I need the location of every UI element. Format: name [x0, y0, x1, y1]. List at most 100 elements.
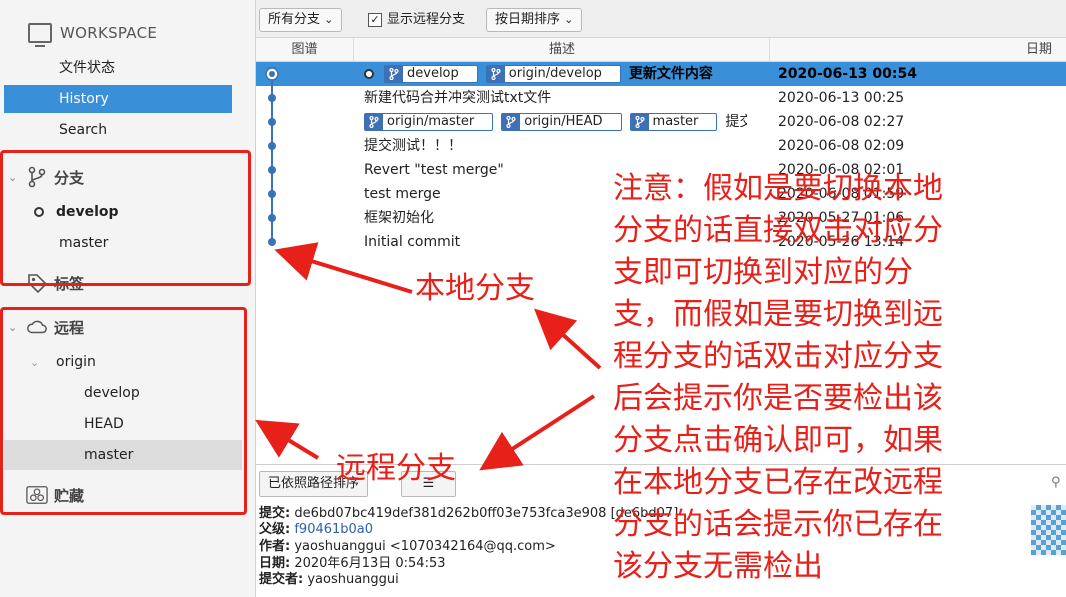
annotation-note-line: 分支的话直接双击对应分: [613, 213, 943, 248]
commit-message: 框架初始化: [364, 206, 434, 230]
search-icon[interactable]: ⚲: [1051, 475, 1061, 490]
branch-tag[interactable]: origin/master: [364, 113, 494, 131]
commit-date: 2020-06-13 00:54: [778, 66, 917, 82]
commit-row[interactable]: develop origin/develop 更新文件内容 2020-06-13 00…: [256, 62, 1066, 86]
commit-subject: 更新文件内容: [628, 66, 713, 82]
chevron-down-icon: ⌄: [324, 13, 334, 26]
branch-tag[interactable]: origin/develop: [485, 65, 621, 83]
branch-tag-label: origin/develop: [508, 66, 602, 81]
graph-node: [268, 94, 276, 102]
column-date[interactable]: 日期: [771, 38, 1066, 62]
column-graph[interactable]: 图谱: [256, 38, 354, 62]
annotation-local-branch: 本地分支: [415, 271, 535, 306]
annotation-note-line: 程分支的话双击对应分支: [613, 339, 943, 374]
branch-filter-label: 所有分支: [268, 12, 321, 27]
sort-dropdown[interactable]: 按日期排序 ⌄: [486, 8, 583, 32]
branch-icon: [385, 66, 403, 82]
local-branch-highlight-box: [0, 150, 251, 286]
graph-node-head-dot: [269, 71, 275, 77]
graph-node: [268, 238, 276, 246]
annotation-note-line: 支即可切换到对应的分: [613, 255, 913, 290]
commit-subject: 提交: [725, 114, 748, 130]
annotation-note-line: 分支点击确认即可，如果: [613, 423, 943, 458]
graph-node: [268, 190, 276, 198]
date-row: 日期: 2020年6月13日 0:54:53: [259, 556, 446, 571]
sidebar-item-history[interactable]: History: [4, 85, 232, 113]
committer-label: 提交者:: [259, 572, 304, 587]
branch-tag-label: origin/HEAD: [524, 114, 603, 129]
graph-node: [268, 142, 276, 150]
commit-message: 提交测试！！！: [364, 134, 462, 158]
commit-subject: Revert "test merge": [364, 162, 504, 178]
commit-subject: 新建代码合并冲突测试txt文件: [364, 90, 552, 106]
branch-icon: [486, 66, 505, 82]
sort-label: 按日期排序: [495, 12, 561, 27]
commit-subject: 提交测试！！！: [364, 138, 462, 154]
committer-row: 提交者: yaoshuanggui: [259, 572, 399, 587]
current-branch-icon: [364, 69, 374, 79]
annotation-note-line: 注意：假如是要切换本地: [613, 171, 943, 206]
workspace-title: WORKSPACE: [60, 24, 158, 42]
commit-date: 2020-06-08 02:09: [778, 138, 905, 154]
committer-value: yaoshuanggui: [307, 572, 399, 587]
chevron-down-icon: ⌄: [564, 13, 574, 26]
commit-date: 2020-06-08 02:27: [778, 114, 905, 130]
commit-graph: [265, 67, 279, 246]
parent-hash-link[interactable]: f90461b0a0: [294, 522, 373, 537]
branch-filter-dropdown[interactable]: 所有分支 ⌄: [259, 8, 343, 32]
annotation-note-line: 分支的话会提示你已存在: [613, 507, 943, 542]
annotation-remote-branch: 远程分支: [336, 451, 456, 486]
annotation-note-line: 后会提示你是否要检出该: [613, 381, 943, 416]
commit-subject: Initial commit: [364, 234, 461, 250]
author-row: 作者: yaoshuanggui <1070342164@qq.com>: [259, 539, 556, 554]
commit-row[interactable]: 新建代码合并冲突测试txt文件 2020-06-13 00:25: [256, 86, 1066, 110]
graph-node: [268, 118, 276, 126]
commit-message: origin/master origin/HEAD master 提交: [364, 110, 747, 134]
branch-tag[interactable]: master: [629, 113, 718, 131]
annotation-note-line: 支，而假如是要切换到远: [613, 297, 943, 332]
commit-subject: test merge: [364, 186, 441, 202]
date-value: 2020年6月13日 0:54:53: [294, 556, 446, 571]
annotation-note-line: 该分支无需检出: [613, 549, 823, 584]
author-value: yaoshuanggui <1070342164@qq.com>: [294, 539, 556, 554]
monitor-icon: [28, 23, 52, 47]
graph-node: [268, 214, 276, 222]
commit-message: test merge: [364, 182, 441, 206]
avatar: [1031, 505, 1066, 555]
branch-tag[interactable]: origin/HEAD: [501, 113, 622, 131]
commit-message: 新建代码合并冲突测试txt文件: [364, 86, 551, 110]
show-remote-label: 显示远程分支: [387, 12, 466, 27]
graph-node: [268, 166, 276, 174]
history-toolbar: 所有分支 ⌄ ✓ 显示远程分支 按日期排序 ⌄: [256, 0, 1066, 38]
commit-subject: 框架初始化: [364, 210, 434, 226]
commit-label: 提交:: [259, 506, 291, 521]
show-remote-checkbox[interactable]: ✓: [368, 13, 382, 27]
commit-message: Revert "test merge": [364, 158, 504, 182]
branch-icon: [502, 114, 521, 130]
commit-date: 2020-06-13 00:25: [778, 90, 905, 106]
show-remote-toggle[interactable]: ✓ 显示远程分支: [368, 8, 465, 32]
sidebar: WORKSPACE 文件状态 History Search ⌄ 分支 devel…: [0, 0, 256, 597]
sidebar-item-search[interactable]: Search: [4, 116, 232, 144]
branch-icon: [365, 114, 383, 130]
branch-tag-label: origin/master: [387, 114, 475, 129]
annotation-note: 注意：假如是要切换本地 分支的话直接双击对应分 支即可切换到对应的分 支，而假如是要切…: [613, 168, 993, 588]
branch-tag-label: master: [652, 114, 699, 129]
branch-icon: [630, 114, 649, 130]
commit-list-header: 图谱 描述 日期: [256, 38, 1066, 62]
author-label: 作者:: [259, 539, 291, 554]
workspace-header: WORKSPACE: [28, 20, 158, 47]
branch-tag[interactable]: develop: [384, 65, 478, 83]
annotation-note-line: 在本地分支已存在改远程: [613, 465, 943, 500]
date-label: 日期:: [259, 556, 291, 571]
sidebar-item-file-status[interactable]: 文件状态: [4, 54, 232, 82]
branch-tag-label: develop: [407, 66, 459, 81]
column-description[interactable]: 描述: [355, 38, 770, 62]
commit-message: Initial commit: [364, 230, 460, 254]
commit-message: develop origin/develop 更新文件内容: [364, 62, 713, 86]
parent-label: 父级:: [259, 522, 291, 537]
commit-row[interactable]: 提交测试！！！ 2020-06-08 02:09: [256, 134, 1066, 158]
parent-row: 父级: f90461b0a0: [259, 522, 373, 537]
commit-row[interactable]: origin/master origin/HEAD master 提交 2020-06-…: [256, 110, 1066, 134]
remote-branch-highlight-box: [0, 307, 247, 515]
